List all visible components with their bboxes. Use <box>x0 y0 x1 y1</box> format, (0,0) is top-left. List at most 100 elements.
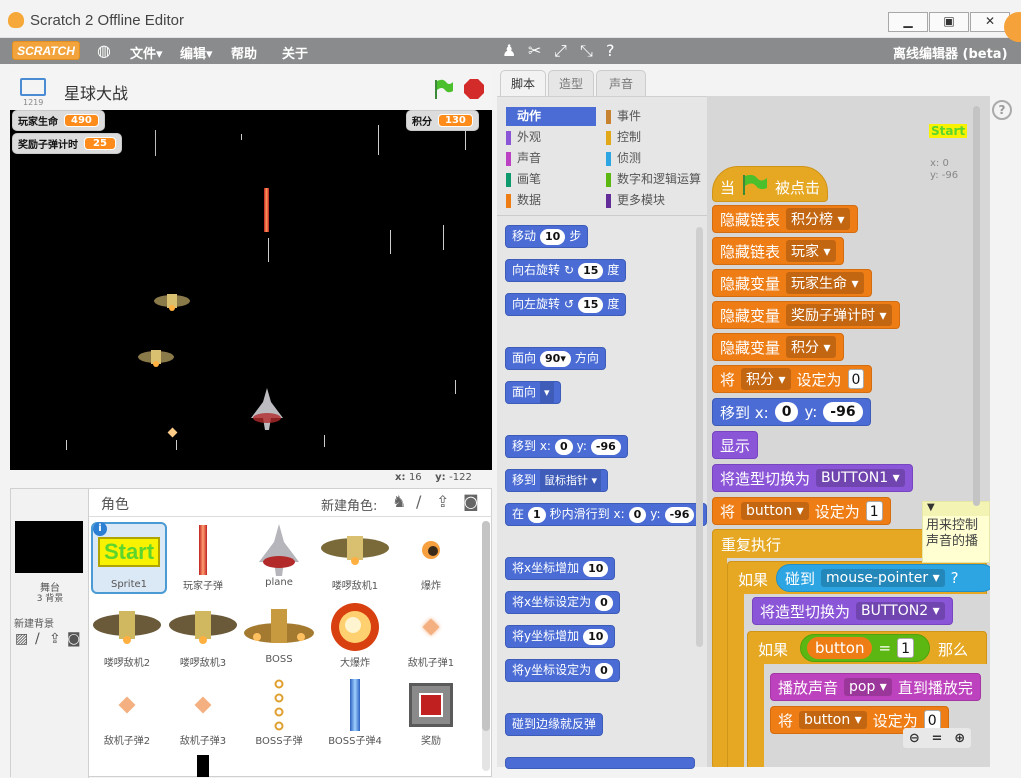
block-bounce[interactable]: 碰到边缘就反弹 <box>505 713 604 736</box>
sprite-tile-sprite1[interactable]: Start Sprite1 i <box>91 522 167 594</box>
sensing-touching[interactable]: 碰到 mouse-pointer ▾ ? <box>776 564 990 592</box>
category-sound[interactable]: 声音 <box>506 149 596 168</box>
zoom-reset-icon[interactable]: = <box>932 731 943 746</box>
block-goto-xy[interactable]: 移到 x: 0 y: -96 <box>505 435 628 458</box>
y-input[interactable]: -96 <box>590 438 621 455</box>
variable-dropdown[interactable]: button ▾ <box>741 502 809 520</box>
operator-equals[interactable]: button = 1 <box>800 634 930 662</box>
monitor-score[interactable]: 积分 130 <box>406 110 479 131</box>
sprite-tile[interactable]: 爆炸 <box>393 522 469 592</box>
tab-scripts[interactable]: 脚本 <box>500 70 546 97</box>
degrees-input[interactable]: 15 <box>578 262 604 279</box>
sprite-tile[interactable]: 喽啰敌机3 <box>165 599 241 669</box>
block-move-steps[interactable]: 移动 10 步 <box>505 225 589 248</box>
sprite-tile[interactable]: 敌机子弹1 <box>393 599 469 669</box>
tab-sounds[interactable]: 声音 <box>596 70 646 97</box>
category-motion[interactable]: 动作 <box>506 107 596 126</box>
minimize-button[interactable]: ▁ <box>888 12 928 32</box>
player-bullet-sprite[interactable] <box>264 188 269 232</box>
camera-backdrop-icon[interactable]: ◙ <box>67 631 81 647</box>
paint-backdrop-icon[interactable]: / <box>35 631 40 647</box>
paint-sprite-icon[interactable]: / <box>416 492 421 511</box>
block-show[interactable]: 显示 <box>712 431 759 459</box>
y-input[interactable]: -96 <box>823 402 863 422</box>
target-dropdown[interactable]: ▾ <box>540 381 554 404</box>
x-input[interactable]: 0 <box>554 438 573 455</box>
block-change-x[interactable]: 将x坐标增加 10 <box>505 557 616 580</box>
block-hide-list[interactable]: 隐藏链表 积分榜 ▾ <box>712 205 858 233</box>
value-input[interactable]: 1 <box>865 501 883 521</box>
seconds-input[interactable]: 1 <box>528 506 546 523</box>
block-set-x[interactable]: 将x坐标设定为 0 <box>505 591 620 614</box>
sprite-tile[interactable]: 大爆炸 <box>317 599 393 669</box>
category-control[interactable]: 控制 <box>606 128 706 147</box>
list-dropdown[interactable]: 积分榜 ▾ <box>786 208 850 230</box>
block-switch-costume[interactable]: 将造型切换为 BUTTON1 ▾ <box>712 464 913 492</box>
sprite-tile[interactable]: 敌机子弹3 <box>165 677 241 747</box>
block-change-y[interactable]: 将y坐标增加 10 <box>505 625 616 648</box>
variable-dropdown[interactable]: 积分 ▾ <box>786 336 836 358</box>
enemy-plane-sprite[interactable] <box>137 348 175 368</box>
stage-thumbnail[interactable] <box>15 521 83 573</box>
category-sensing[interactable]: 侦测 <box>606 149 706 168</box>
sprite-tile[interactable]: BOSS <box>241 599 317 665</box>
y-input[interactable]: 0 <box>595 662 613 679</box>
sprite-tile[interactable]: BOSS子弹 <box>241 677 317 747</box>
block-partial[interactable] <box>505 757 695 769</box>
sound-dropdown[interactable]: pop ▾ <box>844 678 892 696</box>
enemy-plane-sprite[interactable] <box>153 292 191 312</box>
menu-about[interactable]: 关于 <box>282 43 308 62</box>
upload-sprite-icon[interactable]: ⇪ <box>436 492 449 511</box>
sprite-tile-partial[interactable] <box>197 755 209 777</box>
tab-costumes[interactable]: 造型 <box>548 70 594 97</box>
list-dropdown[interactable]: 玩家 ▾ <box>786 240 836 262</box>
y-input[interactable]: -96 <box>664 506 695 523</box>
block-turn-left[interactable]: 向左旋转 ↺ 15 度 <box>505 293 627 316</box>
sprite-tile[interactable]: 玩家子弹 <box>165 522 241 592</box>
degrees-input[interactable]: 15 <box>578 296 604 313</box>
shrink-icon[interactable]: ⤡ <box>580 41 593 61</box>
sprite-scrollbar[interactable] <box>482 521 490 771</box>
zoom-in-icon[interactable]: ⊕ <box>954 731 965 746</box>
block-set-variable[interactable]: 将积分 ▾ 设定为 0 <box>712 365 873 393</box>
comment-note[interactable]: ▼ 用来控制声音的播 <box>922 501 990 563</box>
block-hide-variable[interactable]: 隐藏变量 积分 ▾ <box>712 333 844 361</box>
block-turn-right[interactable]: 向右旋转 ↻ 15 度 <box>505 259 627 282</box>
monitor-player-life[interactable]: 玩家生命 490 <box>12 110 105 131</box>
camera-sprite-icon[interactable]: ◙ <box>463 492 479 511</box>
y-input[interactable]: 10 <box>583 628 609 645</box>
sprite-tile[interactable]: 敌机子弹2 <box>89 677 165 747</box>
stop-sign-icon[interactable] <box>464 79 484 99</box>
category-more-blocks[interactable]: 更多模块 <box>606 191 706 210</box>
block-switch-costume[interactable]: 将造型切换为 BUTTON2 ▾ <box>752 597 953 625</box>
block-glide[interactable]: 在 1 秒内滑行到 x: 0 y: -96 <box>505 503 707 526</box>
script-area[interactable]: Start x: 0 y: -96 当被点击 隐藏链表 积分榜 ▾ 隐藏链表 玩家 … <box>707 96 990 767</box>
duplicate-stamp-icon[interactable]: ♟ <box>502 41 516 60</box>
category-pen[interactable]: 画笔 <box>506 170 596 189</box>
sprite-tile[interactable]: 喽啰敌机1 <box>317 522 393 592</box>
presentation-mode-icon[interactable] <box>20 78 46 96</box>
category-operators[interactable]: 数字和逻辑运算 <box>606 170 706 189</box>
player-plane-sprite[interactable] <box>250 388 284 432</box>
block-help-icon[interactable]: ? <box>606 41 615 60</box>
language-globe-icon[interactable]: ◍ <box>97 41 111 60</box>
sprite-tile[interactable]: 奖励 <box>393 677 469 747</box>
monitor-bonus-timer[interactable]: 奖励子弹计时 25 <box>12 133 122 154</box>
costume-dropdown[interactable]: BUTTON2 ▾ <box>856 602 945 620</box>
x-input[interactable]: 10 <box>583 560 609 577</box>
block-point-direction[interactable]: 面向 90▾ 方向 <box>505 347 606 370</box>
variable-dropdown[interactable]: 玩家生命 ▾ <box>786 272 864 294</box>
value-input[interactable]: 0 <box>847 369 865 389</box>
enemy-bullet-sprite[interactable] <box>167 427 178 438</box>
sprite-library-icon[interactable]: ♞ <box>392 492 406 511</box>
menu-help[interactable]: 帮助 <box>231 43 257 62</box>
block-play-sound-until-done[interactable]: 播放声音 pop ▾ 直到播放完 <box>770 673 981 701</box>
block-point-towards[interactable]: 面向 ▾ <box>505 381 561 404</box>
project-name-field[interactable]: 星球大战 <box>64 80 128 104</box>
block-set-variable[interactable]: 将 button ▾ 设定为 1 <box>712 497 891 525</box>
value-input[interactable]: 1 <box>897 638 914 658</box>
tips-help-icon[interactable]: ? <box>992 100 1012 120</box>
variable-dropdown[interactable]: 积分 ▾ <box>741 368 791 390</box>
block-goto-xy[interactable]: 移到 x: 0 y: -96 <box>712 398 871 426</box>
grow-icon[interactable]: ⤢ <box>554 41 567 61</box>
